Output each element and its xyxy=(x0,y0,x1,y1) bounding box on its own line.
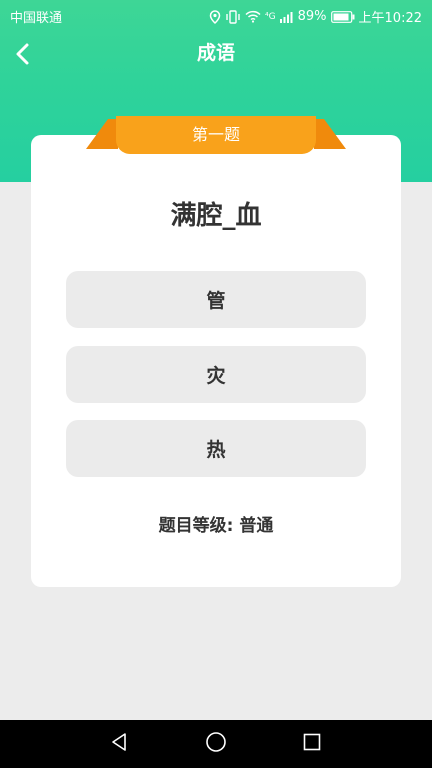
answer-option[interactable]: 灾 xyxy=(66,346,366,403)
home-circle-icon xyxy=(205,731,227,757)
question-number-ribbon: 第一题 xyxy=(86,116,346,156)
back-triangle-icon xyxy=(110,732,130,756)
question-number-label: 第一题 xyxy=(191,125,240,144)
wifi-icon xyxy=(245,10,261,23)
question-text: 满腔_血 xyxy=(170,201,262,231)
nav-home-button[interactable] xyxy=(200,728,232,760)
battery-percent: 89% xyxy=(297,9,327,24)
system-nav-bar xyxy=(0,720,432,768)
nav-back-button[interactable] xyxy=(104,728,136,760)
network-type-label: ⁴G xyxy=(265,11,276,22)
recents-square-icon xyxy=(302,732,322,756)
answer-option[interactable]: 热 xyxy=(66,420,366,477)
vibrate-icon xyxy=(225,9,241,24)
clock: 上午10:22 xyxy=(358,11,422,26)
status-bar: 中国联通 ⁴G 89% 上午10:22 xyxy=(0,0,432,30)
location-icon xyxy=(209,9,221,24)
screen: 中国联通 ⁴G 89% 上午10:22 成语 第一题 满腔_血 管 灾 热 题目… xyxy=(0,0,432,768)
battery-icon xyxy=(330,10,355,23)
status-icons: ⁴G 89% 上午10:22 xyxy=(209,7,422,26)
page-title: 成语 xyxy=(196,42,235,64)
nav-recents-button[interactable] xyxy=(296,728,328,760)
carrier-label: 中国联通 xyxy=(10,11,63,26)
difficulty-level: 题目等级: 普通 xyxy=(158,516,274,536)
signal-icon xyxy=(279,11,294,23)
answer-option[interactable]: 管 xyxy=(66,271,366,328)
